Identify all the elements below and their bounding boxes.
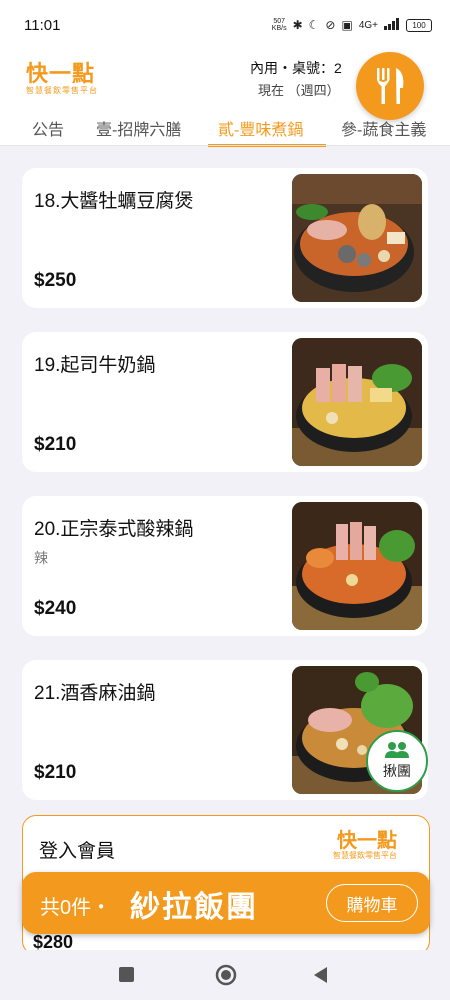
category-tabs: 公告 壹-招牌六膳 貳-豐味煮鍋 參-蔬食主義	[0, 114, 450, 147]
battery-icon: 100	[406, 18, 432, 32]
recent-apps-icon[interactable]	[118, 966, 136, 984]
order-time-info: 現在 （週四）	[258, 83, 340, 98]
item-name: 19.起司牛奶鍋	[34, 355, 156, 376]
cart-button[interactable]: 購物車	[326, 884, 418, 922]
tab-announcement[interactable]: 公告	[32, 116, 64, 140]
status-icons: 507 KB/s ✱ ☾ ⊘ ▣ 4G+ 100	[272, 17, 432, 33]
home-icon[interactable]	[214, 963, 238, 987]
item-price: $210	[34, 762, 77, 783]
item-photo	[292, 502, 422, 630]
group-order-label: 揪團	[383, 763, 411, 779]
moon-icon: ☾	[308, 18, 320, 32]
menu-item-card[interactable]: 19.起司牛奶鍋 $210	[22, 332, 428, 472]
system-nav-bar	[0, 950, 450, 1000]
mute-icon: ⊘	[325, 18, 336, 32]
dine-mode-table: 內用・桌號：2	[250, 60, 342, 76]
cart-item-count: 共0件・	[40, 897, 112, 919]
fork-knife-icon	[377, 68, 404, 104]
login-brand-logo: 快一點	[337, 828, 397, 852]
login-title: 登入會員	[39, 841, 116, 862]
signal-type: 4G+	[358, 19, 378, 31]
people-icon	[385, 742, 409, 758]
item-photo	[292, 338, 422, 466]
group-order-button[interactable]: 揪團	[366, 730, 428, 792]
signal-bars-icon	[384, 17, 400, 33]
tab-signature[interactable]: 壹-招牌六膳	[96, 116, 181, 140]
item-price: $240	[34, 598, 77, 619]
tab-hotpot[interactable]: 貳-豐味煮鍋	[218, 116, 303, 140]
item-price: $250	[34, 270, 77, 291]
network-speed-unit: KB/s	[271, 25, 287, 32]
brand-logo-subtitle: 智慧餐飲零售平台	[26, 86, 98, 95]
back-icon[interactable]	[312, 965, 330, 985]
item-name: 21.酒香麻油鍋	[34, 683, 156, 704]
spicy-tag: 辣	[34, 550, 48, 566]
menu-item-card[interactable]: 20.正宗泰式酸辣鍋 辣 $240	[22, 496, 428, 636]
item-photo	[292, 174, 422, 302]
header-divider	[0, 145, 450, 146]
restaurant-menu-button[interactable]	[356, 52, 424, 120]
tab-vegetarian[interactable]: 參-蔬食主義	[341, 116, 426, 140]
menu-item-card[interactable]: 21.酒香麻油鍋 $210	[22, 660, 428, 800]
header: 快一點 智慧餐飲零售平台 內用・桌號：2 現在 （週四） 公告 壹-招牌六膳 貳…	[0, 50, 450, 147]
network-speed: 507 KB/s	[272, 18, 287, 32]
status-bar: 11:01 507 KB/s ✱ ☾ ⊘ ▣ 4G+ 100	[0, 0, 450, 50]
menu-item-card[interactable]: 18.大醬牡蠣豆腐煲 $250	[22, 168, 428, 308]
item-name: 20.正宗泰式酸辣鍋	[34, 519, 194, 540]
bluetooth-icon: ✱	[292, 18, 303, 32]
cart-bar[interactable]: 共0件・ 紗拉飯團 購物車	[22, 872, 430, 934]
battery-level: 100	[412, 20, 426, 30]
status-time: 11:01	[24, 16, 61, 34]
brand-logo: 快一點	[26, 61, 96, 87]
restaurant-brand: 紗拉飯團	[130, 890, 258, 925]
item-price: $210	[34, 434, 77, 455]
item-name: 18.大醬牡蠣豆腐煲	[34, 191, 194, 212]
login-brand-subtitle: 智慧餐飲零售平台	[333, 851, 397, 860]
network-speed-value: 507	[273, 18, 286, 25]
vpn-icon: ▣	[341, 18, 353, 32]
